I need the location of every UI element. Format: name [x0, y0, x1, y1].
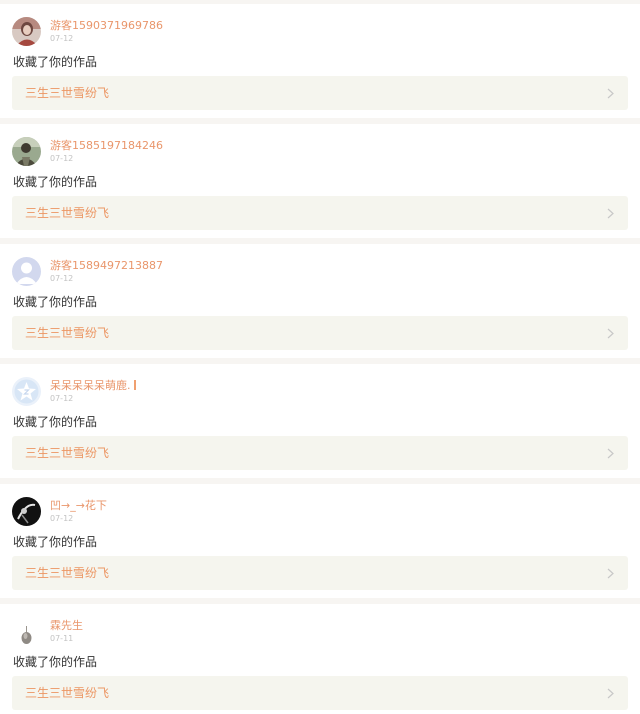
default-user-avatar-icon[interactable] — [12, 257, 41, 286]
work-link[interactable]: 三生三世雪纷飞 — [12, 76, 628, 110]
cursor-mark-icon — [133, 380, 136, 390]
action-text: 收藏了你的作品 — [13, 655, 98, 669]
work-link[interactable]: 三生三世雪纷飞 — [12, 196, 628, 230]
timestamp: 07-12 — [50, 34, 74, 43]
chevron-right-icon — [607, 568, 614, 579]
work-title: 三生三世雪纷飞 — [25, 566, 110, 580]
notification-card: 游客1590371969786 07-12 收藏了你的作品 三生三世雪纷飞 — [0, 4, 640, 118]
photo-avatar-icon[interactable] — [12, 137, 41, 166]
work-link[interactable]: 三生三世雪纷飞 — [12, 436, 628, 470]
work-title: 三生三世雪纷飞 — [25, 86, 110, 100]
work-title: 三生三世雪纷飞 — [25, 446, 110, 460]
star-badge-avatar-icon[interactable] — [12, 377, 41, 406]
username[interactable]: 呆呆呆呆呆萌鹿. — [50, 379, 136, 392]
work-link[interactable]: 三生三世雪纷飞 — [12, 316, 628, 350]
photo-avatar-icon[interactable] — [12, 497, 41, 526]
timestamp: 07-12 — [50, 394, 74, 403]
username[interactable]: 游客1590371969786 — [50, 19, 163, 32]
action-text: 收藏了你的作品 — [13, 55, 98, 69]
chevron-right-icon — [607, 208, 614, 219]
timestamp: 07-12 — [50, 514, 74, 523]
timestamp: 07-11 — [50, 634, 74, 643]
action-text: 收藏了你的作品 — [13, 175, 98, 189]
timestamp: 07-12 — [50, 274, 74, 283]
action-text: 收藏了你的作品 — [13, 415, 98, 429]
timestamp: 07-12 — [50, 154, 74, 163]
work-link[interactable]: 三生三世雪纷飞 — [12, 676, 628, 710]
username[interactable]: 霖先生 — [50, 619, 83, 632]
username[interactable]: 游客1589497213887 — [50, 259, 163, 272]
username-text: 呆呆呆呆呆萌鹿. — [50, 379, 131, 392]
chevron-right-icon — [607, 328, 614, 339]
chevron-right-icon — [607, 88, 614, 99]
chevron-right-icon — [607, 448, 614, 459]
work-title: 三生三世雪纷飞 — [25, 686, 110, 700]
notification-card: 呆呆呆呆呆萌鹿. 07-12 收藏了你的作品 三生三世雪纷飞 — [0, 364, 640, 478]
action-text: 收藏了你的作品 — [13, 295, 98, 309]
action-text: 收藏了你的作品 — [13, 535, 98, 549]
username[interactable]: 游客1585197184246 — [50, 139, 163, 152]
work-link[interactable]: 三生三世雪纷飞 — [12, 556, 628, 590]
username[interactable]: 凹→_→花下 — [50, 499, 107, 512]
chevron-right-icon — [607, 688, 614, 699]
work-title: 三生三世雪纷飞 — [25, 326, 110, 340]
notification-card: 霖先生 07-11 收藏了你的作品 三生三世雪纷飞 — [0, 604, 640, 714]
notification-card: 凹→_→花下 07-12 收藏了你的作品 三生三世雪纷飞 — [0, 484, 640, 598]
notification-card: 游客1585197184246 07-12 收藏了你的作品 三生三世雪纷飞 — [0, 124, 640, 238]
notification-feed: 游客1590371969786 07-12 收藏了你的作品 三生三世雪纷飞 游客… — [0, 0, 640, 714]
notification-card: 游客1589497213887 07-12 收藏了你的作品 三生三世雪纷飞 — [0, 244, 640, 358]
photo-avatar-icon[interactable] — [12, 17, 41, 46]
photo-avatar-icon[interactable] — [12, 617, 41, 646]
work-title: 三生三世雪纷飞 — [25, 206, 110, 220]
